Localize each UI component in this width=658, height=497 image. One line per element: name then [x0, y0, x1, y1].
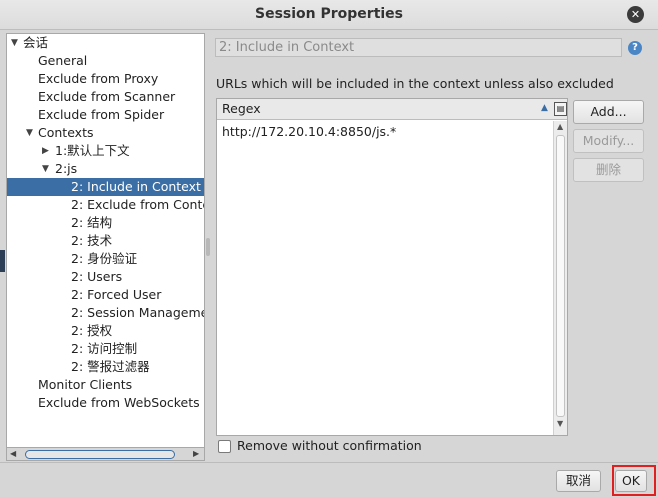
settings-tree: ▼ 会话 General Exclude from Proxy Exclude from…	[6, 33, 205, 448]
regex-column-header[interactable]: Regex	[222, 101, 261, 116]
splitter[interactable]	[205, 33, 213, 448]
tree-item-label: Exclude from WebSockets	[38, 395, 200, 410]
tree-item-label: General	[38, 53, 88, 68]
table-vertical-scrollbar[interactable]: ▲ ▼	[553, 121, 567, 435]
tree-item-label: Exclude from Proxy	[38, 71, 159, 86]
table-header: Regex ▲ ▤	[217, 99, 567, 120]
tree-item[interactable]: 2: 警报过滤器	[7, 358, 204, 376]
panel-header: 2: Include in Context	[215, 38, 622, 57]
tree-item-label: 2:js	[55, 161, 78, 176]
sort-ascending-icon[interactable]: ▲	[541, 103, 548, 113]
tree-item-label: 2: 技术	[71, 233, 113, 248]
tree-item-label: Monitor Clients	[38, 377, 133, 392]
panel-description: URLs which will be included in the conte…	[216, 76, 614, 91]
tree-item-label: 2: 身份验证	[71, 251, 138, 266]
tree-item[interactable]: 2: 技术	[7, 232, 204, 250]
help-icon[interactable]: ?	[628, 41, 642, 55]
scroll-left-icon[interactable]: ◀	[10, 449, 16, 458]
tree-item[interactable]: 2: Include in Context	[7, 178, 204, 196]
tree-horizontal-scrollbar[interactable]: ◀ ▶	[6, 447, 205, 461]
dialog-title: Session Properties	[254, 6, 404, 22]
tree-item[interactable]: Exclude from WebSockets	[7, 394, 204, 412]
table-row[interactable]: http://172.20.10.4:8850/js.*	[222, 124, 396, 139]
column-selector-icon[interactable]: ▤	[554, 102, 567, 116]
tree-item[interactable]: ▼ 2:js	[7, 160, 204, 178]
tree-item[interactable]: 2: 授权	[7, 322, 204, 340]
tree-item-label: Exclude from Spider	[38, 107, 165, 122]
scroll-thumb[interactable]	[25, 450, 175, 459]
tree-item[interactable]: 2: Forced User	[7, 286, 204, 304]
scroll-up-icon[interactable]: ▲	[557, 122, 563, 131]
tree-item-label: 会话	[23, 35, 49, 50]
tree-item-label: Contexts	[38, 125, 94, 140]
tree-item-label: 2: Include in Context	[71, 179, 201, 194]
tree-item[interactable]: 2: 结构	[7, 214, 204, 232]
ok-highlight-box	[612, 465, 656, 496]
splitter-grip[interactable]	[206, 238, 210, 256]
expand-right-icon[interactable]: ▶	[42, 142, 49, 160]
tree-item[interactable]: 2: 访问控制	[7, 340, 204, 358]
expand-down-icon[interactable]: ▼	[11, 34, 18, 52]
tree-item-label: 2: 访问控制	[71, 341, 138, 356]
regex-table: Regex ▲ ▤ http://172.20.10.4:8850/js.* ▲…	[216, 98, 568, 436]
checkbox-label: Remove without confirmation	[237, 438, 422, 453]
tree-item[interactable]: 2: 身份验证	[7, 250, 204, 268]
remove-without-confirmation-checkbox[interactable]	[218, 440, 231, 453]
add-button[interactable]: Add...	[573, 100, 644, 124]
expand-down-icon[interactable]: ▼	[42, 160, 49, 178]
scroll-right-icon[interactable]: ▶	[193, 449, 199, 458]
title-bar: Session Properties ✕	[0, 0, 658, 30]
tree-item[interactable]: ▼ 会话	[7, 34, 204, 52]
delete-button[interactable]: 删除	[573, 158, 644, 182]
close-icon[interactable]: ✕	[627, 6, 644, 23]
tree-item-label: 2: Users	[71, 269, 123, 284]
scroll-down-icon[interactable]: ▼	[557, 419, 563, 428]
tree-item[interactable]: ▼ Contexts	[7, 124, 204, 142]
tree-item-label: 2: 授权	[71, 323, 113, 338]
tree-item[interactable]: General	[7, 52, 204, 70]
tree-item[interactable]: Exclude from Spider	[7, 106, 204, 124]
tree-item-label: 2: Session Manageme	[71, 305, 205, 320]
tree-item[interactable]: Monitor Clients	[7, 376, 204, 394]
tree-item[interactable]: Exclude from Scanner	[7, 88, 204, 106]
tree-item[interactable]: 2: Session Manageme	[7, 304, 204, 322]
tree-item[interactable]: 2: Users	[7, 268, 204, 286]
tree-item[interactable]: 2: Exclude from Conte	[7, 196, 204, 214]
tree-item-label: Exclude from Scanner	[38, 89, 176, 104]
tree-item-label: 2: Forced User	[71, 287, 162, 302]
scroll-thumb[interactable]	[556, 135, 565, 417]
tree-item[interactable]: Exclude from Proxy	[7, 70, 204, 88]
tree-item[interactable]: ▶ 1:默认上下文	[7, 142, 204, 160]
tree-item-label: 1:默认上下文	[55, 143, 130, 158]
tree-item-label: 2: 结构	[71, 215, 113, 230]
expand-down-icon[interactable]: ▼	[26, 124, 33, 142]
tree-item-label: 2: Exclude from Conte	[71, 197, 205, 212]
background-window-edge	[0, 250, 5, 272]
cancel-button[interactable]: 取消	[556, 470, 601, 492]
tree-item-label: 2: 警报过滤器	[71, 359, 150, 374]
modify-button[interactable]: Modify...	[573, 129, 644, 153]
